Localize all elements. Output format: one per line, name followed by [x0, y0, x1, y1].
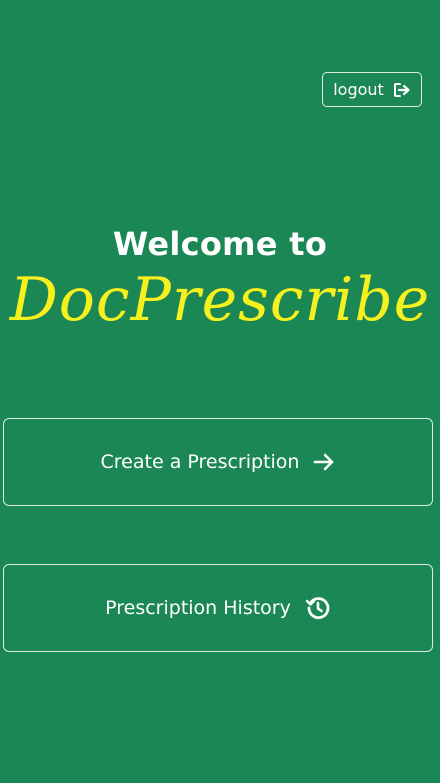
- app-logo-text: DocPrescribe: [9, 265, 431, 335]
- arrow-right-icon: [313, 452, 335, 472]
- create-prescription-label: Create a Prescription: [100, 451, 300, 473]
- welcome-heading: Welcome to: [112, 225, 328, 263]
- prescription-history-button[interactable]: Prescription History: [3, 564, 433, 652]
- history-icon: [305, 595, 331, 621]
- logout-label: logout: [333, 80, 384, 99]
- create-prescription-button[interactable]: Create a Prescription: [3, 418, 433, 506]
- sign-out-icon: [393, 82, 411, 98]
- prescription-history-label: Prescription History: [105, 597, 291, 619]
- logout-button[interactable]: logout: [322, 72, 422, 107]
